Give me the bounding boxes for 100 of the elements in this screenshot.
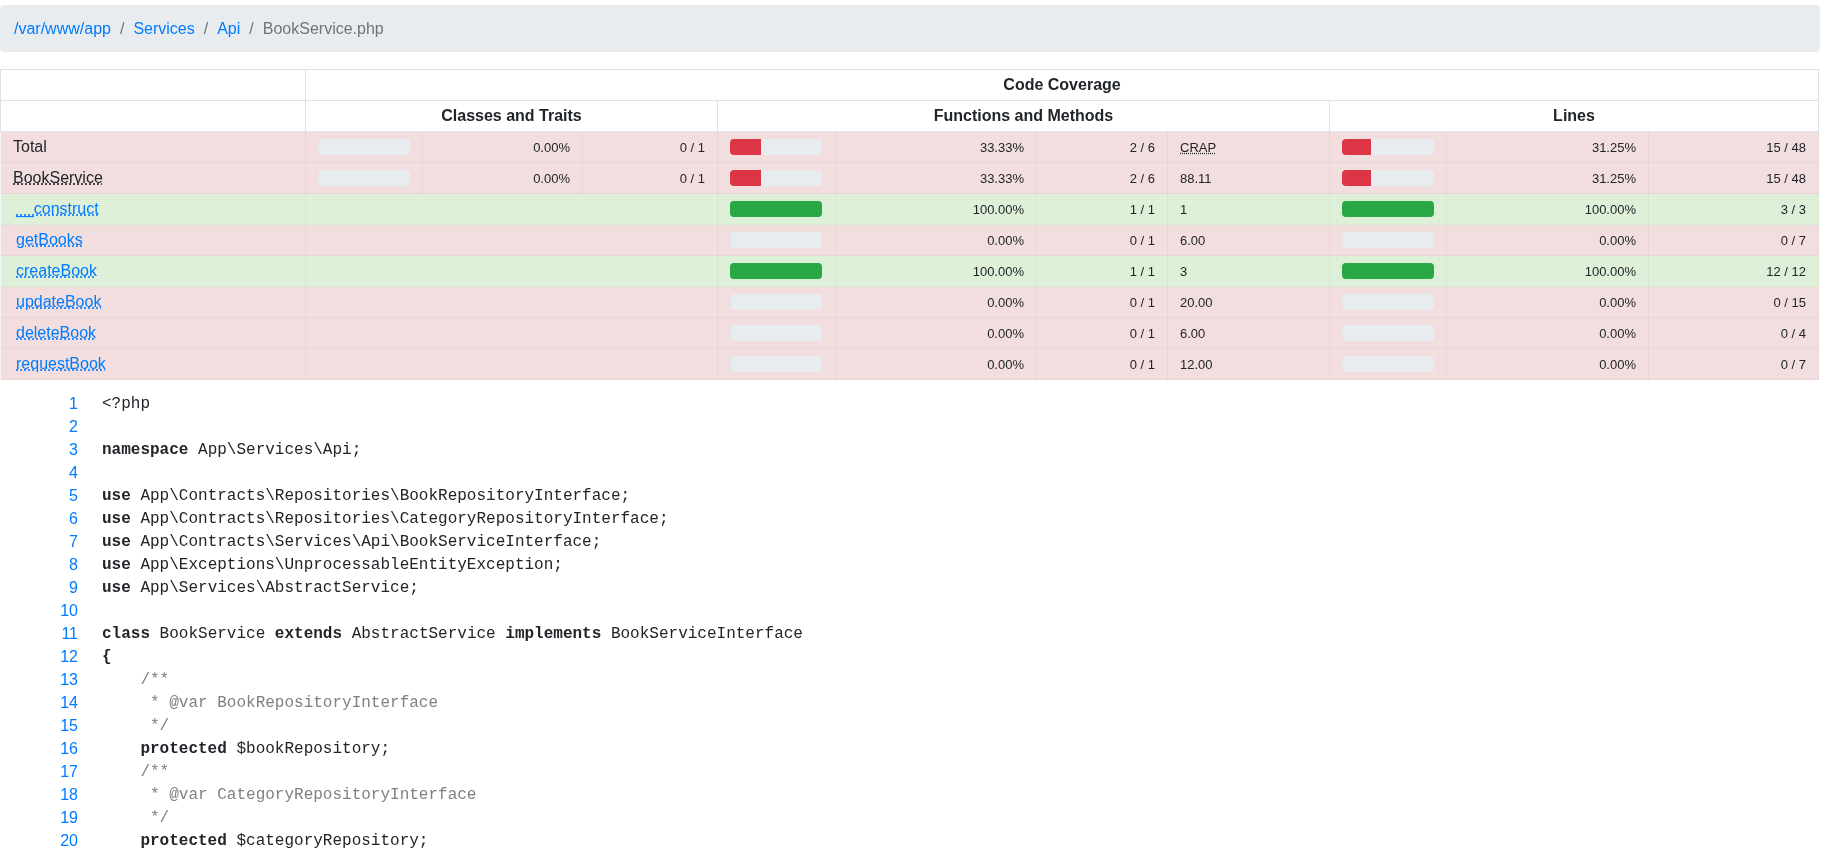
method-link[interactable]: requestBook xyxy=(13,355,106,372)
line-number: 6 xyxy=(68,509,78,528)
count-value: 12 / 12 xyxy=(1766,263,1807,279)
breadcrumb-link[interactable]: /var/www/app xyxy=(14,19,111,38)
total-label: Total xyxy=(13,138,47,155)
method-link[interactable]: createBook xyxy=(13,262,97,279)
line-number: 10 xyxy=(59,601,78,620)
percent-value: 0.00% xyxy=(1599,356,1636,372)
crap-value: 6.00 xyxy=(1180,232,1206,248)
code-line: use App\Exceptions\UnprocessableEntityException; xyxy=(102,555,563,574)
breadcrumb-current: BookService.php xyxy=(262,19,384,38)
code-line: { xyxy=(102,647,112,666)
breadcrumb-link[interactable]: Services xyxy=(133,19,195,38)
code-line: * @var BookRepositoryInterface xyxy=(149,693,439,712)
percent-value: 0.00% xyxy=(1599,325,1636,341)
line-number: 2 xyxy=(68,417,78,436)
table-title: Code Coverage xyxy=(305,69,1819,101)
code-line: /** xyxy=(139,762,170,781)
percent-value: 0.00% xyxy=(987,232,1024,248)
line-number: 7 xyxy=(68,532,78,551)
count-value: 3 / 3 xyxy=(1780,201,1807,217)
percent-value: 33.33% xyxy=(979,139,1024,155)
column-header: Functions and Methods xyxy=(717,100,1330,132)
count-value: 0 / 1 xyxy=(679,170,705,186)
code-line: use App\Contracts\Repositories\CategoryRepositoryInterface; xyxy=(102,509,669,528)
percent-value: 31.25% xyxy=(1591,170,1636,186)
count-value: 0 / 15 xyxy=(1773,294,1807,310)
method-link[interactable]: __construct xyxy=(13,200,99,217)
percent-value: 31.25% xyxy=(1591,139,1636,155)
count-value: 0 / 1 xyxy=(1129,325,1155,341)
count-value: 0 / 1 xyxy=(679,139,705,155)
code-line: protected $categoryRepository; xyxy=(139,831,429,850)
code-line: */ xyxy=(149,716,170,735)
breadcrumb-separator: / xyxy=(203,19,209,38)
count-value: 0 / 1 xyxy=(1129,232,1155,248)
line-number: 12 xyxy=(59,647,78,666)
column-header: Lines xyxy=(1329,100,1819,132)
count-value: 15 / 48 xyxy=(1766,170,1807,186)
percent-value: 100.00% xyxy=(1584,201,1636,217)
crap-label: CRAP xyxy=(1180,139,1217,155)
line-number: 13 xyxy=(59,670,78,689)
crap-value: 12.00 xyxy=(1180,356,1213,372)
count-value: 15 / 48 xyxy=(1766,139,1807,155)
percent-value: 0.00% xyxy=(533,170,570,186)
count-value: 1 / 1 xyxy=(1129,263,1155,279)
code-line: protected $bookRepository; xyxy=(139,739,391,758)
code-line: class BookService extends AbstractService implements BookServiceInterface xyxy=(102,624,803,643)
percent-value: 0.00% xyxy=(987,294,1024,310)
line-number: 11 xyxy=(60,624,78,643)
method-link[interactable]: updateBook xyxy=(13,293,102,310)
count-value: 0 / 4 xyxy=(1780,325,1807,341)
code-line: /** xyxy=(139,670,170,689)
crap-value: 1 xyxy=(1180,201,1188,217)
code-line: <?php xyxy=(102,394,150,413)
breadcrumb-separator: / xyxy=(119,19,125,38)
crap-value: 3 xyxy=(1180,263,1188,279)
line-number: 18 xyxy=(59,785,78,804)
line-number: 20 xyxy=(59,831,78,850)
crap-value: 6.00 xyxy=(1180,325,1206,341)
count-value: 1 / 1 xyxy=(1129,201,1155,217)
code-line: use App\Contracts\Services\Api\BookServiceInterface; xyxy=(102,532,602,551)
code-line: * @var CategoryRepositoryInterface xyxy=(149,785,477,804)
method-link[interactable]: getBooks xyxy=(13,231,83,248)
percent-value: 0.00% xyxy=(1599,294,1636,310)
percent-value: 0.00% xyxy=(533,139,570,155)
line-number: 4 xyxy=(68,463,78,482)
percent-value: 33.33% xyxy=(979,170,1024,186)
percent-value: 0.00% xyxy=(987,356,1024,372)
code-line: namespace App\Services\Api; xyxy=(102,440,362,459)
crap-value: 88.11 xyxy=(1180,170,1212,186)
code-line: */ xyxy=(149,808,170,827)
count-value: 0 / 1 xyxy=(1129,356,1155,372)
count-value: 0 / 7 xyxy=(1780,232,1807,248)
line-number: 5 xyxy=(68,486,78,505)
line-number: 17 xyxy=(59,762,78,781)
line-number: 14 xyxy=(59,693,78,712)
line-number: 9 xyxy=(68,578,78,597)
count-value: 0 / 1 xyxy=(1129,294,1155,310)
line-number: 1 xyxy=(68,394,78,413)
class-name: BookService xyxy=(13,169,103,186)
line-number: 3 xyxy=(68,440,78,459)
line-number: 19 xyxy=(59,808,78,827)
percent-value: 0.00% xyxy=(987,325,1024,341)
method-link[interactable]: deleteBook xyxy=(13,324,97,341)
breadcrumb-link[interactable]: Api xyxy=(217,19,241,38)
count-value: 2 / 6 xyxy=(1129,170,1155,186)
column-header: Classes and Traits xyxy=(305,100,718,132)
percent-value: 100.00% xyxy=(972,201,1024,217)
breadcrumb-separator: / xyxy=(249,19,254,38)
crap-value: 20.00 xyxy=(1180,294,1213,310)
percent-value: 100.00% xyxy=(1584,263,1636,279)
percent-value: 100.00% xyxy=(972,263,1024,279)
line-number: 16 xyxy=(59,739,78,758)
count-value: 0 / 7 xyxy=(1780,356,1807,372)
line-number: 8 xyxy=(68,555,78,574)
count-value: 2 / 6 xyxy=(1129,139,1155,155)
code-line: use App\Contracts\Repositories\BookRepositoryInterface; xyxy=(102,486,631,505)
percent-value: 0.00% xyxy=(1599,232,1636,248)
code-line: use App\Services\AbstractService; xyxy=(102,578,419,597)
line-number: 15 xyxy=(59,716,78,735)
